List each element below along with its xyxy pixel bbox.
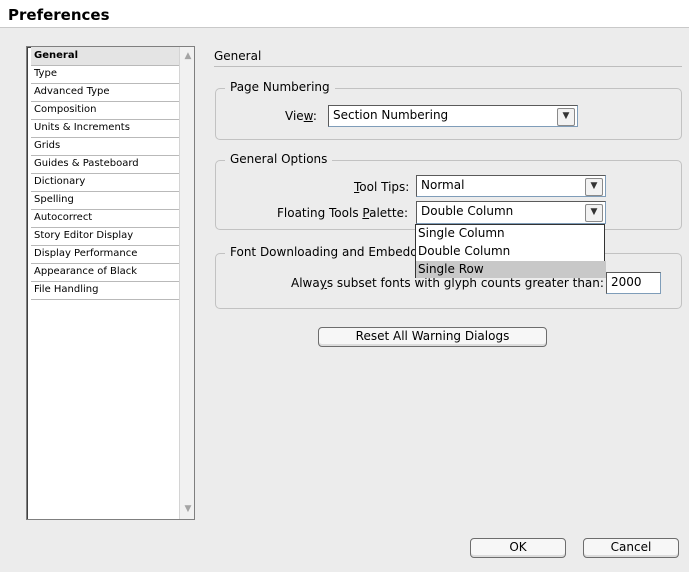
category-display-performance[interactable]: Display Performance xyxy=(31,245,181,264)
reset-warning-dialogs-button[interactable]: Reset All Warning Dialogs xyxy=(318,327,547,347)
view-select-value: Section Numbering xyxy=(333,108,449,122)
category-scrollbar[interactable]: ▲ ▼ xyxy=(179,47,194,519)
category-advanced-type[interactable]: Advanced Type xyxy=(31,83,181,102)
category-spelling[interactable]: Spelling xyxy=(31,191,181,210)
category-list[interactable]: General Type Advanced Type Composition U… xyxy=(26,46,195,520)
palette-option-single-column[interactable]: Single Column xyxy=(416,225,606,242)
glyph-count-field[interactable]: 2000 xyxy=(606,272,661,294)
chevron-down-icon[interactable]: ▼ xyxy=(585,178,603,196)
palette-option-double-column[interactable]: Double Column xyxy=(416,243,606,260)
category-autocorrect[interactable]: Autocorrect xyxy=(31,209,181,228)
category-file-handling[interactable]: File Handling xyxy=(31,281,181,300)
scroll-up-arrow-icon[interactable]: ▲ xyxy=(182,50,194,62)
title-bar: Preferences xyxy=(0,0,689,28)
font-downloading-legend: Font Downloading and Embedd xyxy=(225,245,423,259)
glyph-count-value: 2000 xyxy=(611,275,642,289)
category-composition[interactable]: Composition xyxy=(31,101,181,120)
category-type[interactable]: Type xyxy=(31,65,181,84)
subset-fonts-label: Always subset fonts with glyph counts gr… xyxy=(291,276,604,290)
cancel-button[interactable]: Cancel xyxy=(583,538,679,558)
ok-button[interactable]: OK xyxy=(470,538,566,558)
category-story-editor-display[interactable]: Story Editor Display xyxy=(31,227,181,246)
section-title: General xyxy=(214,49,262,63)
view-label: View: xyxy=(285,109,317,123)
general-options-legend: General Options xyxy=(225,152,333,166)
palette-option-single-row[interactable]: Single Row xyxy=(416,261,606,278)
palette-dropdown-list[interactable]: Single Column Double Column Single Row xyxy=(415,224,606,278)
category-grids[interactable]: Grids xyxy=(31,137,181,156)
category-guides-pasteboard[interactable]: Guides & Pasteboard xyxy=(31,155,181,174)
category-dictionary[interactable]: Dictionary xyxy=(31,173,181,192)
dialog-title: Preferences xyxy=(8,6,110,24)
floating-tools-palette-value: Double Column xyxy=(421,204,514,218)
tooltips-label: Tool Tips: xyxy=(354,180,410,194)
category-units-increments[interactable]: Units & Increments xyxy=(31,119,181,138)
floating-tools-palette-label: Floating Tools Palette: xyxy=(277,206,408,220)
floating-tools-palette-select[interactable]: Double Column ▼ xyxy=(416,201,606,224)
chevron-down-icon[interactable]: ▼ xyxy=(585,204,603,222)
scroll-down-arrow-icon[interactable]: ▼ xyxy=(182,503,194,515)
view-select[interactable]: Section Numbering ▼ xyxy=(328,105,578,127)
preferences-dialog: Preferences General Type Advanced Type C… xyxy=(0,0,689,572)
chevron-down-icon[interactable]: ▼ xyxy=(557,108,575,126)
tooltips-select-value: Normal xyxy=(421,178,465,192)
tooltips-select[interactable]: Normal ▼ xyxy=(416,175,606,197)
section-divider xyxy=(214,66,682,67)
page-numbering-legend: Page Numbering xyxy=(225,80,335,94)
category-appearance-of-black[interactable]: Appearance of Black xyxy=(31,263,181,282)
category-general[interactable]: General xyxy=(31,47,181,66)
